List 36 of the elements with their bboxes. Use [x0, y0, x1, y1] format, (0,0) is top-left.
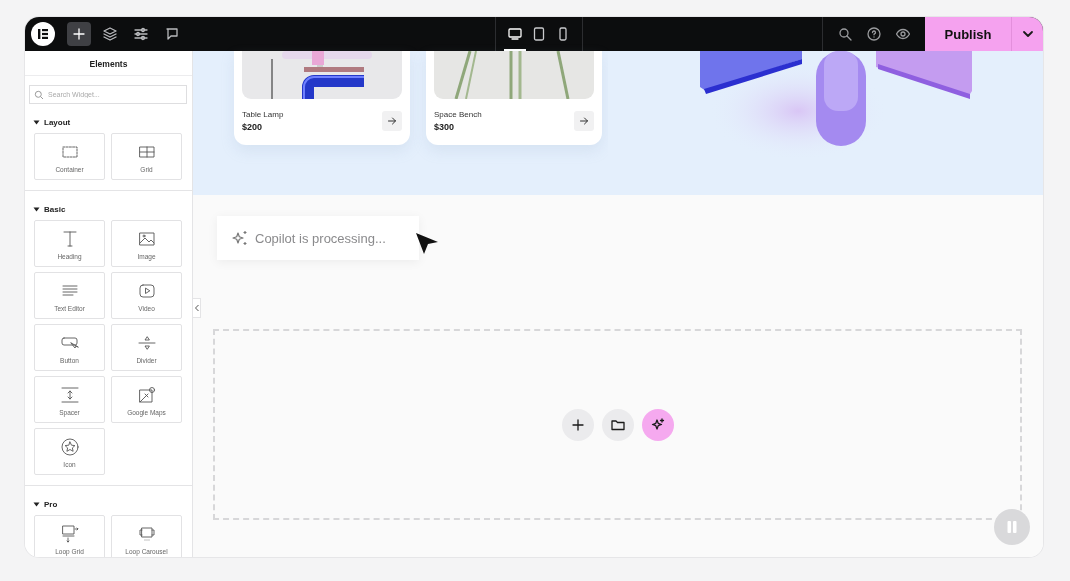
- desktop-icon: [507, 26, 523, 42]
- status-text: Copilot is processing...: [255, 230, 386, 246]
- section-title[interactable]: Layout: [44, 118, 71, 127]
- plus-icon: [71, 26, 87, 42]
- arrow-right-icon: [387, 116, 397, 126]
- product-price: $300: [434, 122, 456, 132]
- collapse-caret-icon[interactable]: [33, 119, 40, 126]
- eye-icon[interactable]: [895, 26, 911, 42]
- sparkle-icon: [231, 229, 249, 247]
- folder-button[interactable]: [601, 408, 634, 441]
- publish-button[interactable]: Publish: [925, 17, 1011, 51]
- panel-title: Elements: [25, 51, 192, 76]
- arrow-right-icon: [579, 116, 589, 126]
- product-price: $200: [242, 122, 264, 132]
- collapse-caret-icon[interactable]: [33, 501, 40, 508]
- dropdown-button[interactable]: [1011, 17, 1043, 51]
- search-icon[interactable]: [837, 26, 853, 42]
- tablet-icon: [531, 26, 547, 42]
- comment-icon: [164, 26, 180, 42]
- collapse-caret-icon[interactable]: [33, 206, 40, 213]
- sparkle-button[interactable]: [641, 408, 674, 441]
- plus-button[interactable]: [67, 22, 91, 46]
- logo-icon[interactable]: [31, 22, 55, 46]
- layers-icon: [102, 26, 118, 42]
- pause-icon: [1005, 520, 1019, 534]
- help-icon[interactable]: [866, 26, 882, 42]
- chevron-left-icon: [193, 304, 200, 312]
- arrow-button[interactable]: [382, 111, 402, 131]
- sliders-icon: [133, 26, 149, 42]
- section-title[interactable]: Basic: [44, 205, 66, 214]
- product-name: Space Bench: [434, 110, 482, 119]
- arrow-button[interactable]: [574, 111, 594, 131]
- product-name: Table Lamp: [242, 110, 284, 119]
- section-title[interactable]: Pro: [44, 500, 58, 509]
- plus-button[interactable]: [561, 408, 594, 441]
- cursor-icon: [415, 232, 439, 256]
